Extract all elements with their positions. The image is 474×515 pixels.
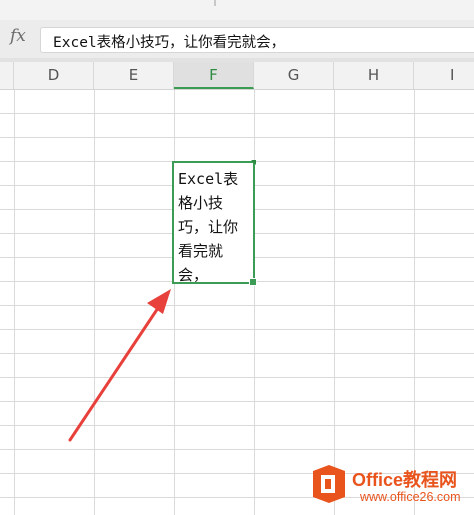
office-logo-icon — [313, 465, 345, 503]
watermark-title: Office教程网 — [352, 470, 458, 490]
watermark: Office教程网 www.office26.com — [306, 462, 474, 512]
watermark-url: www.office26.com — [360, 490, 461, 504]
annotation-arrow — [68, 289, 171, 442]
